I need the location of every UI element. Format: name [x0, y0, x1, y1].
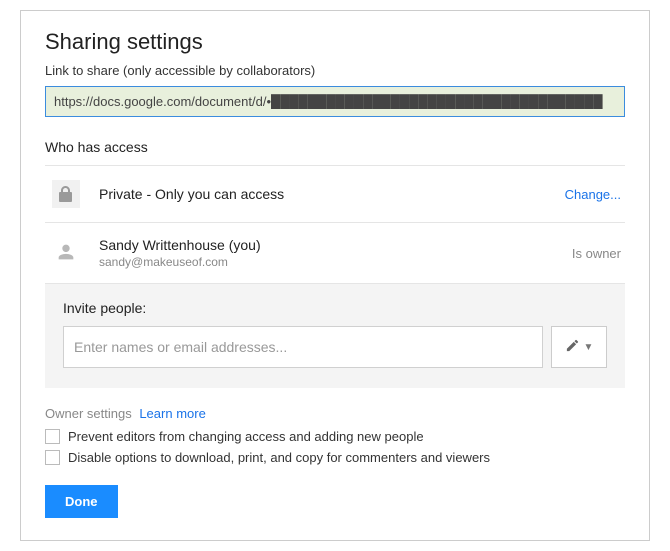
chevron-down-icon: ▼ — [584, 342, 594, 353]
checkbox-prevent-editors[interactable] — [45, 429, 60, 444]
lock-icon — [52, 180, 80, 208]
user-email: sandy@makeuseof.com — [99, 255, 572, 269]
sharing-settings-dialog: Sharing settings Link to share (only acc… — [20, 10, 650, 541]
owner-settings-label: Owner settings — [45, 406, 132, 421]
who-has-access-heading: Who has access — [45, 139, 625, 155]
user-role-label: Is owner — [572, 246, 621, 261]
invite-section: Invite people: ▼ — [45, 284, 625, 388]
person-icon — [55, 241, 77, 266]
owner-settings-section: Owner settings Learn more Prevent editor… — [45, 406, 625, 465]
user-name: Sandy Writtenhouse (you) — [99, 237, 572, 253]
done-button[interactable]: Done — [45, 485, 118, 518]
user-icon-col — [49, 241, 83, 266]
share-link-input[interactable] — [45, 86, 625, 117]
invite-label: Invite people: — [63, 300, 607, 316]
checkbox-row-disable-download[interactable]: Disable options to download, print, and … — [45, 450, 625, 465]
checkbox-label: Disable options to download, print, and … — [68, 450, 490, 465]
privacy-row: Private - Only you can access Change... — [45, 166, 625, 223]
dialog-title: Sharing settings — [45, 29, 625, 55]
learn-more-link[interactable]: Learn more — [139, 406, 205, 421]
link-share-label: Link to share (only accessible by collab… — [45, 63, 625, 78]
user-row: Sandy Writtenhouse (you) sandy@makeuseof… — [45, 223, 625, 284]
pencil-icon — [565, 338, 580, 356]
checkbox-disable-download[interactable] — [45, 450, 60, 465]
invite-input[interactable] — [63, 326, 543, 368]
checkbox-row-prevent-editors[interactable]: Prevent editors from changing access and… — [45, 429, 625, 444]
change-privacy-link[interactable]: Change... — [565, 187, 621, 202]
permission-dropdown-button[interactable]: ▼ — [551, 326, 607, 368]
privacy-text: Private - Only you can access — [99, 186, 565, 202]
privacy-icon-col — [49, 180, 83, 208]
checkbox-label: Prevent editors from changing access and… — [68, 429, 424, 444]
